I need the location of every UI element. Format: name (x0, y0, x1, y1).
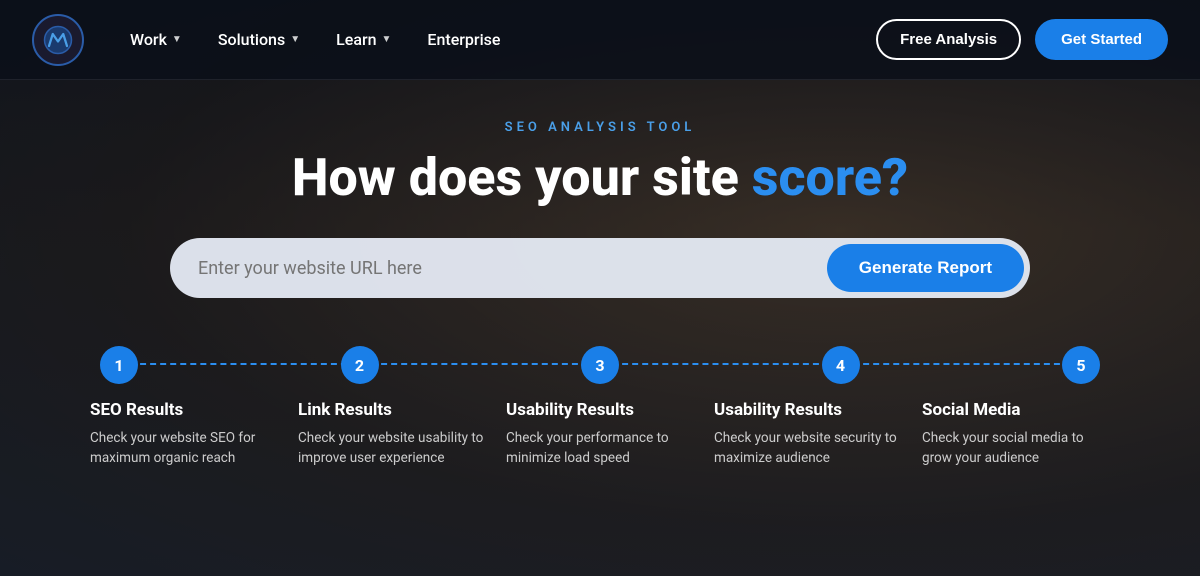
get-started-button[interactable]: Get Started (1035, 19, 1168, 60)
step-circle-4: 4 (822, 346, 860, 384)
hero-section: SEO ANALYSIS TOOL How does your site sco… (0, 80, 1200, 346)
free-analysis-button[interactable]: Free Analysis (876, 19, 1021, 60)
step-title-4: Usability Results (714, 400, 902, 420)
nav-item-enterprise[interactable]: Enterprise (413, 22, 514, 57)
steps-timeline: 1 2 3 4 5 (40, 346, 1160, 384)
nav-links: Work ▼ Solutions ▼ Learn ▼ Enterprise (116, 22, 876, 57)
nav-item-work[interactable]: Work ▼ (116, 22, 196, 57)
url-input[interactable] (198, 258, 827, 279)
step-item-3: Usability Results Check your performance… (496, 400, 704, 469)
search-bar: Generate Report (170, 238, 1030, 298)
generate-report-button[interactable]: Generate Report (827, 244, 1024, 292)
step-circle-3: 3 (581, 346, 619, 384)
step-circle-1: 1 (100, 346, 138, 384)
step-item-1: SEO Results Check your website SEO for m… (80, 400, 288, 469)
nav-actions: Free Analysis Get Started (876, 19, 1168, 60)
step-item-2: Link Results Check your website usabilit… (288, 400, 496, 469)
step-item-4: Usability Results Check your website sec… (704, 400, 912, 469)
hero-title-accent: score? (752, 147, 908, 208)
step-desc-3: Check your performance to minimize load … (506, 428, 694, 469)
nav-item-solutions[interactable]: Solutions ▼ (204, 22, 314, 57)
steps-container: 1 2 3 4 5 SEO Results Check your website… (0, 346, 1200, 469)
step-desc-2: Check your website usability to improve … (298, 428, 486, 469)
step-title-5: Social Media (922, 400, 1110, 420)
navbar: Work ▼ Solutions ▼ Learn ▼ Enterprise Fr… (0, 0, 1200, 80)
step-circle-5: 5 (1062, 346, 1100, 384)
steps-row: SEO Results Check your website SEO for m… (40, 400, 1160, 469)
step-desc-1: Check your website SEO for maximum organ… (90, 428, 278, 469)
step-item-5: Social Media Check your social media to … (912, 400, 1120, 469)
step-circle-2: 2 (341, 346, 379, 384)
step-desc-4: Check your website security to maximize … (714, 428, 902, 469)
chevron-down-icon: ▼ (290, 34, 300, 45)
chevron-down-icon: ▼ (172, 34, 182, 45)
hero-title: How does your site score? (292, 149, 908, 206)
nav-item-learn[interactable]: Learn ▼ (322, 22, 405, 57)
step-title-3: Usability Results (506, 400, 694, 420)
logo[interactable] (32, 14, 84, 66)
step-desc-5: Check your social media to grow your aud… (922, 428, 1110, 469)
hero-subtitle: SEO ANALYSIS TOOL (505, 120, 696, 135)
step-title-2: Link Results (298, 400, 486, 420)
chevron-down-icon: ▼ (382, 34, 392, 45)
step-title-1: SEO Results (90, 400, 278, 420)
